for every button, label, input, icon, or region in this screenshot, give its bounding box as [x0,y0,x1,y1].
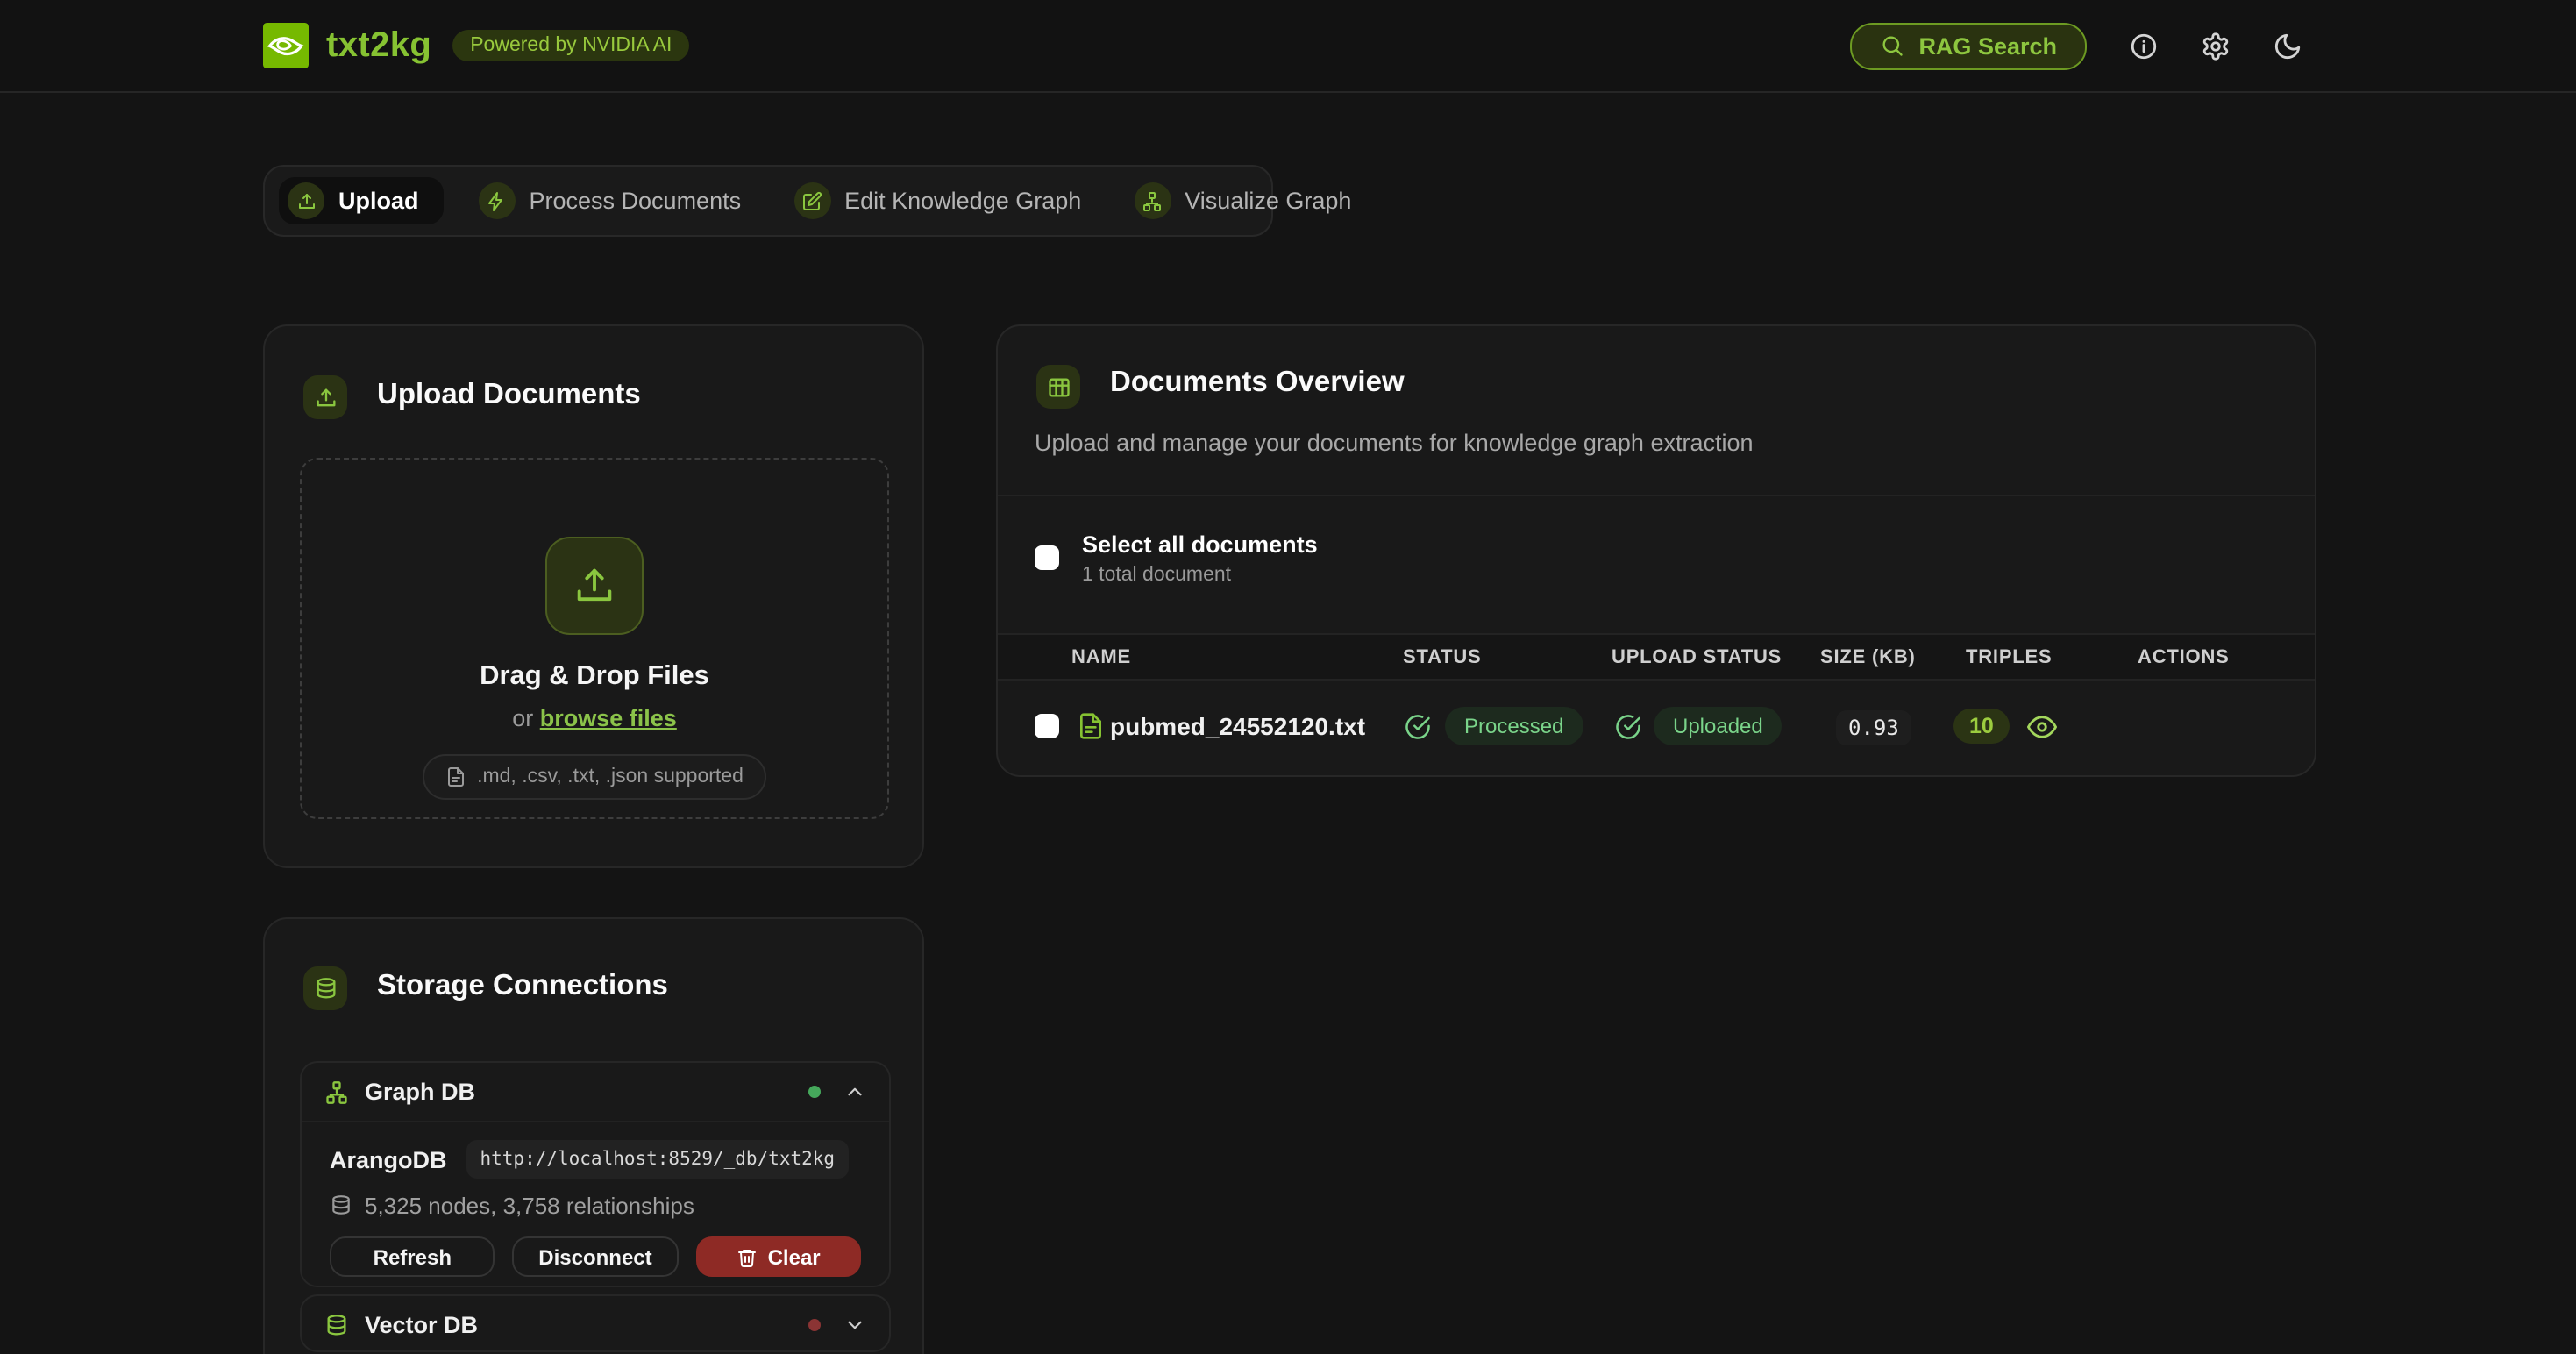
column-header-actions: ACTIONS [2138,647,2230,668]
provider-name: ArangoDB [330,1146,447,1172]
tab-label: Process Documents [530,188,742,214]
edit-icon [793,182,830,219]
disconnect-button[interactable]: Disconnect [513,1236,679,1277]
tab-label: Visualize Graph [1185,188,1351,214]
upload-documents-card: Upload Documents Drag & Drop Files or br… [263,324,924,868]
dark-mode-moon-icon[interactable] [2273,31,2302,61]
status-badge: Processed [1445,707,1583,745]
storage-connections-card: Storage Connections Graph DB ArangoDB ht… [263,917,924,1354]
file-icon [445,766,466,787]
graph-db-details: ArangoDB http://localhost:8529/_db/txt2k… [302,1121,889,1298]
graph-network-icon [1134,182,1171,219]
connection-url: http://localhost:8529/_db/txt2kg [466,1140,850,1179]
check-circle-icon [1405,714,1431,740]
card-title: Storage Connections [377,970,668,1003]
graph-db-header[interactable]: Graph DB [302,1063,889,1121]
stats-text: 5,325 nodes, 3,758 relationships [365,1193,694,1219]
tab-label: Edit Knowledge Graph [844,188,1081,214]
clear-button[interactable]: Clear [695,1236,861,1277]
row-checkbox[interactable] [1035,714,1059,738]
top-bar: txt2kg Powered by NVIDIA AI RAG Search [0,0,2576,93]
upload-status-badge: Uploaded [1654,707,1783,745]
topbar-actions: RAG Search [1850,22,2302,69]
tab-bar: Upload Process Documents Edit Knowledge … [263,165,1273,237]
column-header-name: NAME [1071,647,1131,668]
dropzone-subtext: or browse files [302,705,887,731]
settings-gear-icon[interactable] [2201,31,2231,61]
browse-files-link[interactable]: browse files [540,705,677,731]
tab-process-documents[interactable]: Process Documents [472,177,759,224]
brand: txt2kg Powered by NVIDIA AI [263,23,689,68]
graph-db-label: Graph DB [365,1079,808,1105]
total-documents-label: 1 total document [1082,565,1318,586]
chevron-down-icon[interactable] [843,1314,866,1336]
supported-formats-label: .md, .csv, .txt, .json supported [477,766,744,787]
select-all-checkbox[interactable] [1035,545,1059,570]
select-all-row: Select all documents 1 total document [1035,531,1318,586]
vector-db-header[interactable]: Vector DB [302,1296,889,1354]
refresh-button[interactable]: Refresh [330,1236,495,1277]
rag-search-button[interactable]: RAG Search [1850,22,2087,69]
upload-icon [303,375,347,419]
triples-count-badge: 10 [1953,709,2010,744]
tab-label: Upload [338,188,419,214]
vector-db-panel: Vector DB [300,1294,891,1352]
database-icon [324,1313,349,1337]
divider [998,495,2315,496]
file-text-icon [1077,712,1105,740]
upload-icon [545,537,644,635]
disconnect-label: Disconnect [538,1244,651,1269]
document-name: pubmed_24552120.txt [1110,712,1365,740]
tab-upload[interactable]: Upload [279,177,444,224]
view-eye-icon[interactable] [2027,712,2057,742]
table-grid-icon [1036,365,1080,409]
check-circle-icon [1615,714,1641,740]
tab-visualize-graph[interactable]: Visualize Graph [1127,177,1369,224]
column-header-status: STATUS [1403,647,1482,668]
disconnected-status-dot [808,1319,821,1331]
trash-icon [737,1246,758,1267]
vector-db-label: Vector DB [365,1312,808,1338]
app: txt2kg Powered by NVIDIA AI RAG Search [0,0,2576,1354]
app-name: txt2kg [326,25,431,66]
or-text: or [512,705,533,731]
graph-db-actions: Refresh Disconnect Clear [330,1236,861,1277]
table-header: NAME STATUS UPLOAD STATUS SIZE (KB) TRIP… [998,633,2315,681]
connected-status-dot [808,1086,821,1098]
dropzone-title: Drag & Drop Files [302,661,887,693]
documents-overview-card: Documents Overview Upload and manage you… [996,324,2316,777]
rag-search-label: RAG Search [1918,32,2057,59]
lightning-icon [479,182,516,219]
card-title: Documents Overview [1110,367,1405,400]
powered-by-badge: Powered by NVIDIA AI [452,30,689,61]
column-header-upload-status: UPLOAD STATUS [1612,647,1782,668]
size-value: 0.93 [1836,710,1911,745]
column-header-size: SIZE (KB) [1820,647,1916,668]
chevron-up-icon[interactable] [843,1080,866,1103]
upload-icon [288,182,324,219]
database-icon [303,966,347,1010]
card-subtitle: Upload and manage your documents for kno… [1035,430,1754,456]
card-title: Upload Documents [377,379,641,412]
info-icon[interactable] [2129,31,2159,61]
search-icon [1880,33,1904,58]
table-row[interactable]: pubmed_24552120.txt Processed Uploaded 0… [998,679,2315,777]
drag-drop-zone[interactable]: Drag & Drop Files or browse files .md, .… [300,458,889,819]
graph-network-icon [324,1080,349,1104]
supported-formats-pill: .md, .csv, .txt, .json supported [423,754,766,800]
database-icon [330,1194,352,1217]
graph-db-panel: Graph DB ArangoDB http://localhost:8529/… [300,1061,891,1287]
refresh-label: Refresh [374,1244,452,1269]
select-all-label: Select all documents [1082,531,1318,558]
column-header-triples: TRIPLES [1966,647,2053,668]
graph-db-stats: 5,325 nodes, 3,758 relationships [330,1193,861,1219]
tab-edit-knowledge-graph[interactable]: Edit Knowledge Graph [786,177,1099,224]
clear-label: Clear [768,1244,821,1269]
nvidia-logo-icon [263,23,309,68]
